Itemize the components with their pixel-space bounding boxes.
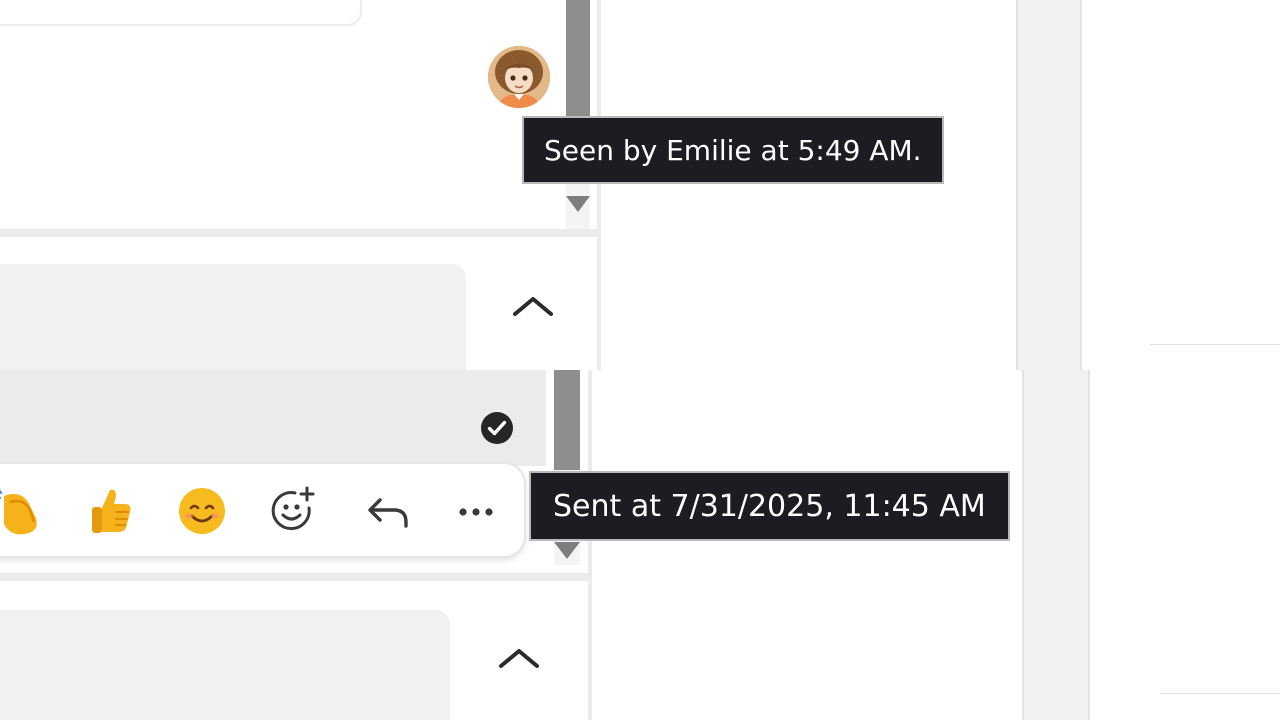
message-divider xyxy=(0,573,590,581)
chevron-up-icon[interactable] xyxy=(510,290,556,320)
message-bubble[interactable] xyxy=(0,610,450,720)
divider-line xyxy=(1150,344,1280,345)
scroll-down-arrow-icon[interactable] xyxy=(554,542,580,559)
message-bubble[interactable] xyxy=(0,264,466,370)
pane-divider[interactable] xyxy=(597,0,601,370)
add-reaction-icon[interactable] xyxy=(263,480,323,540)
seen-by-tooltip: Seen by Emilie at 5:49 AM. xyxy=(522,116,944,184)
previous-message-bubble xyxy=(0,0,362,26)
scrollbar-thumb[interactable] xyxy=(566,0,590,122)
avatar[interactable] xyxy=(488,46,550,108)
scroll-down-arrow-icon[interactable] xyxy=(566,196,590,212)
selected-message-bubble[interactable] xyxy=(0,370,546,466)
pane-divider[interactable] xyxy=(588,370,592,720)
side-column xyxy=(1022,370,1090,720)
reply-icon[interactable] xyxy=(358,480,418,540)
conversation-pane-top xyxy=(0,0,1280,370)
sent-at-tooltip: Sent at 7/31/2025, 11:45 AM xyxy=(529,471,1010,541)
thumbs-up-emoji[interactable] xyxy=(80,480,140,540)
more-icon[interactable] xyxy=(446,480,506,540)
clapping-hands-emoji[interactable] xyxy=(0,480,50,540)
chevron-up-icon[interactable] xyxy=(496,642,542,672)
conversation-pane-bottom xyxy=(0,370,1280,720)
smiling-face-emoji[interactable] xyxy=(172,480,232,540)
message-divider xyxy=(0,229,600,237)
side-column xyxy=(1016,0,1082,370)
divider-line xyxy=(1160,693,1280,694)
check-circle-icon xyxy=(480,411,514,445)
scrollbar-thumb[interactable] xyxy=(554,370,580,470)
